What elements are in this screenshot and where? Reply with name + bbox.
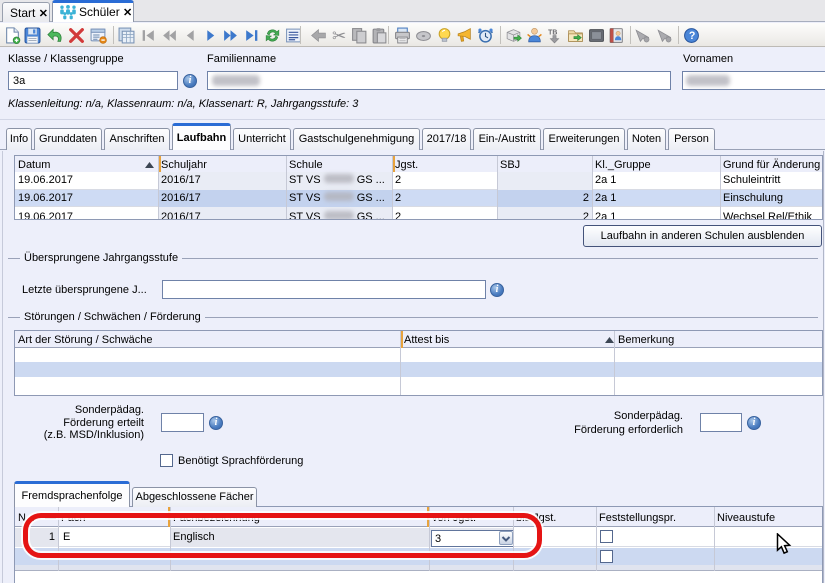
svg-text:✂: ✂ — [332, 27, 346, 44]
svg-text:?: ? — [689, 30, 695, 42]
